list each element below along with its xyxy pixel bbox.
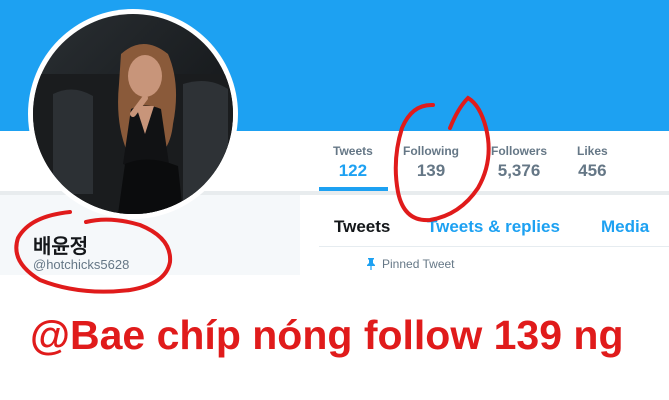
stat-likes-label: Likes xyxy=(577,144,608,158)
tab-tweets-replies[interactable]: Tweets & replies xyxy=(427,217,560,237)
profile-display-name: 배윤정 xyxy=(33,236,89,258)
stat-likes[interactable]: Likes 456 xyxy=(577,143,608,182)
profile-handle[interactable]: @hotchicks5628 xyxy=(33,257,129,272)
stat-following-label: Following xyxy=(403,144,459,158)
stat-following-value: 139 xyxy=(416,161,446,180)
stat-followers-label: Followers xyxy=(491,144,548,158)
stat-tweets-value: 122 xyxy=(338,161,368,180)
pinned-tweet-indicator: Pinned Tweet xyxy=(366,257,455,271)
tab-media[interactable]: Media xyxy=(601,217,649,237)
stat-following[interactable]: Following 139 xyxy=(403,143,459,182)
stat-followers-value: 5,376 xyxy=(497,161,541,180)
active-stat-underline xyxy=(319,187,388,191)
tab-tweets[interactable]: Tweets xyxy=(334,217,390,237)
stat-likes-value: 456 xyxy=(578,161,607,180)
stat-tweets[interactable]: Tweets 122 xyxy=(333,143,373,182)
annotation-caption: @Bae chíp nóng follow 139 ng xyxy=(30,312,624,358)
pin-icon xyxy=(367,258,375,270)
avatar[interactable] xyxy=(28,9,238,219)
avatar-photo xyxy=(33,14,233,214)
stat-tweets-label: Tweets xyxy=(333,144,373,158)
stat-followers[interactable]: Followers 5,376 xyxy=(491,143,547,182)
pinned-tweet-label: Pinned Tweet xyxy=(382,257,455,271)
